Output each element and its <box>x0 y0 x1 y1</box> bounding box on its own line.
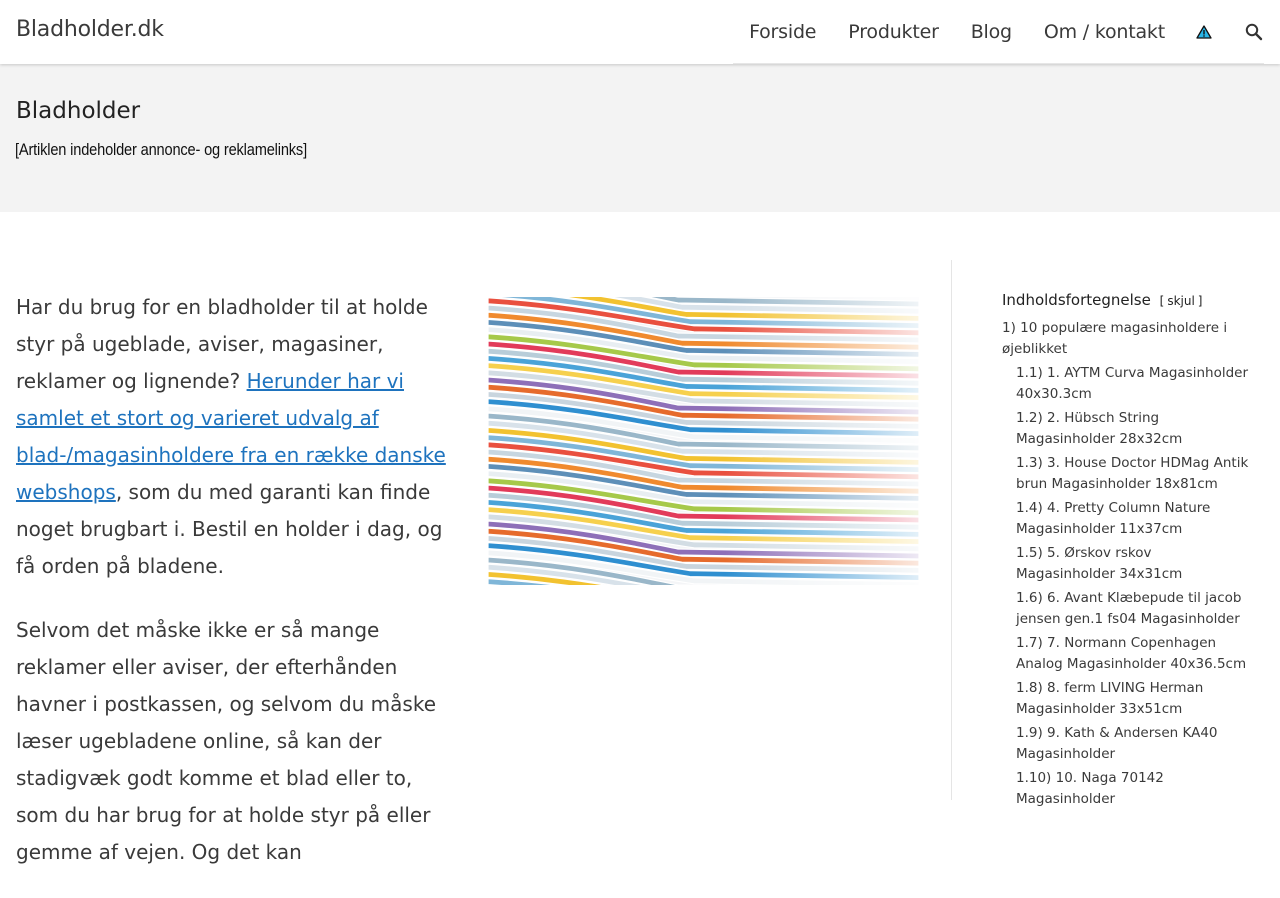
toc-item[interactable]: 1.10) 10. Naga 70142 Magasinholder <box>1002 768 1252 811</box>
table-of-contents: Indholdsfortegnelse [skjul] 1) 10 populæ… <box>1002 290 1252 813</box>
page-header-banner: Bladholder [Artiklen indeholder annonce-… <box>0 64 1280 212</box>
site-header: Bladholder.dk Forside Produkter Blog Om … <box>0 0 1280 64</box>
toc-title: Indholdsfortegnelse <box>1002 291 1151 309</box>
toc-item-label: 6. Avant Klæbepude til jacob jensen gen.… <box>1016 589 1242 628</box>
toc-item-number: 1.1) <box>1016 364 1043 381</box>
toc-item-number: 1.10) <box>1016 769 1052 786</box>
toc-item[interactable]: 1.7) 7. Normann Copenhagen Analog Magasi… <box>1002 633 1252 676</box>
page-title: Bladholder <box>16 98 141 124</box>
toc-item-number: 1.6) <box>1016 589 1043 606</box>
toc-item[interactable]: 1.9) 9. Kath & Andersen KA40 Magasinhold… <box>1002 723 1252 766</box>
toc-item-number: 1) <box>1002 319 1016 336</box>
toc-item[interactable]: 1.5) 5. Ørskov rskov Magasinholder 34x31… <box>1002 543 1252 586</box>
body-paragraph: Selvom det måske ikke er så mange reklam… <box>16 618 436 864</box>
intro-paragraph: Har du brug for en bladholder til at hol… <box>16 289 446 585</box>
main-nav: Forside Produkter Blog Om / kontakt <box>733 0 1264 64</box>
toc-item-label: 1. AYTM Curva Magasinholder 40x30.3cm <box>1016 364 1249 403</box>
toc-item[interactable]: 1.2) 2. Hübsch String Magasinholder 28x3… <box>1002 408 1252 451</box>
toc-item[interactable]: 1.6) 6. Avant Klæbepude til jacob jensen… <box>1002 588 1252 631</box>
toc-item-number: 1.3) <box>1016 454 1043 471</box>
toc-item-label: 4. Pretty Column Nature Magasinholder 11… <box>1016 499 1211 538</box>
nav-item-blog[interactable]: Blog <box>971 21 1012 43</box>
toc-item-label: 3. House Doctor HDMag Antik brun Magasin… <box>1016 454 1249 493</box>
toc-item-label: 10 populære magasinholdere i øjeblikket <box>1002 319 1228 358</box>
toc-item-number: 1.2) <box>1016 409 1043 426</box>
magazines-stack-image <box>488 297 919 585</box>
toc-item-number: 1.8) <box>1016 679 1043 696</box>
toc-list: 1) 10 populære magasinholdere i øjeblikk… <box>1002 318 1252 811</box>
sidebar-divider <box>951 260 952 800</box>
toc-header: Indholdsfortegnelse [skjul] <box>1002 290 1252 313</box>
article-body: Har du brug for en bladholder til at hol… <box>16 289 446 898</box>
search-icon[interactable] <box>1244 22 1264 42</box>
toc-item-number: 1.7) <box>1016 634 1043 651</box>
toc-item[interactable]: 1.1) 1. AYTM Curva Magasinholder 40x30.3… <box>1002 363 1252 406</box>
nav-item-produkter[interactable]: Produkter <box>848 21 939 43</box>
toc-item[interactable]: 1.3) 3. House Doctor HDMag Antik brun Ma… <box>1002 453 1252 496</box>
toc-item[interactable]: 1.4) 4. Pretty Column Nature Magasinhold… <box>1002 498 1252 541</box>
toc-item-number: 1.9) <box>1016 724 1043 741</box>
toc-item-number: 1.5) <box>1016 544 1043 561</box>
toc-item[interactable]: 1.8) 8. ferm LIVING Herman Magasinholder… <box>1002 678 1252 721</box>
toc-item-label: 7. Normann Copenhagen Analog Magasinhold… <box>1016 634 1247 673</box>
toc-item[interactable]: 1) 10 populære magasinholdere i øjeblikk… <box>1002 318 1252 361</box>
nav-item-om-kontakt[interactable]: Om / kontakt <box>1044 21 1165 43</box>
toc-item-label: 8. ferm LIVING Herman Magasinholder 33x5… <box>1016 679 1204 718</box>
ad-disclaimer: [Artiklen indeholder annonce- og reklame… <box>15 140 307 159</box>
toc-toggle[interactable]: [skjul] <box>1160 294 1203 308</box>
toc-item-label: 9. Kath & Andersen KA40 Magasinholder <box>1016 724 1218 763</box>
warning-triangle-icon[interactable] <box>1196 24 1212 40</box>
toc-hide-button[interactable]: skjul <box>1167 294 1194 308</box>
nav-item-forside[interactable]: Forside <box>749 21 816 43</box>
toc-item-number: 1.4) <box>1016 499 1043 516</box>
site-title-link[interactable]: Bladholder.dk <box>16 17 164 42</box>
